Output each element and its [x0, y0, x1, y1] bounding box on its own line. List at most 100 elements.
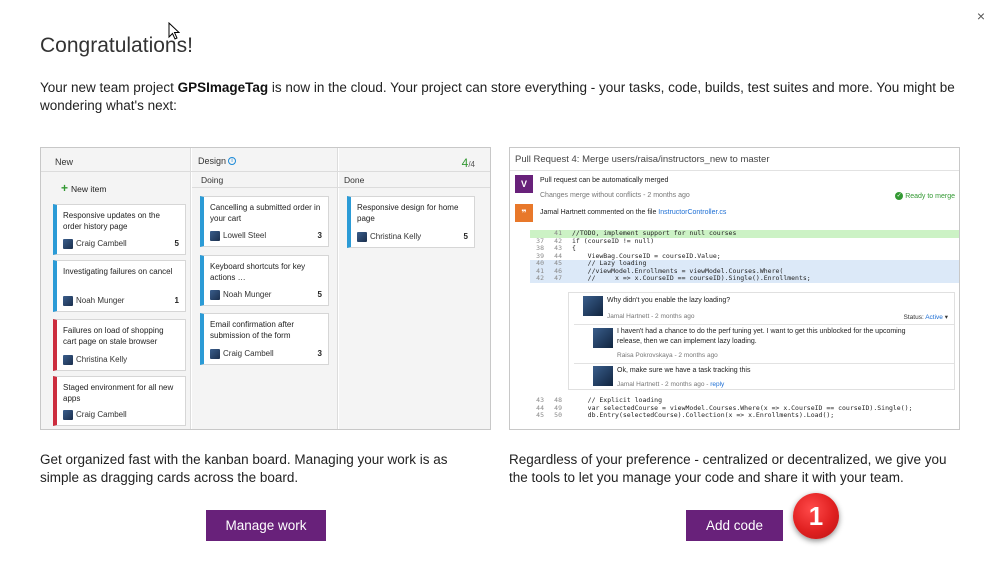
- avatar: [63, 238, 73, 249]
- avatar: [210, 348, 220, 359]
- card-title: Staged environment for all new apps: [63, 383, 174, 403]
- code-line: 37 42 if (courseID != null): [530, 236, 959, 246]
- reply-text: I haven't had a chance to do the perf tu…: [617, 328, 906, 345]
- code-description: Regardless of your preference - centrali…: [509, 452, 947, 485]
- avatar: [63, 295, 73, 306]
- avatar: [63, 354, 73, 365]
- reply-meta-text: Jamal Hartnett - 2 months ago -: [617, 381, 711, 388]
- info-icon: i: [228, 157, 237, 165]
- manage-work-button[interactable]: Manage work: [206, 510, 326, 541]
- card-title: Responsive updates on the order history …: [63, 211, 160, 231]
- kanban-card: Keyboard shortcuts for key actions … Noa…: [200, 255, 329, 306]
- card-assignee: Christina Kelly: [357, 232, 421, 243]
- card-assignee: Noah Munger: [210, 290, 271, 301]
- file-link: InstructorController.cs: [658, 209, 727, 216]
- new-item-label: New item: [71, 184, 107, 194]
- mouse-cursor-icon: [168, 22, 180, 40]
- kanban-card: Investigating failures on cancel Noah Mu…: [53, 260, 186, 312]
- merge-icon: V: [515, 175, 533, 193]
- comment-header: Jamal Hartnett commented on the file Ins…: [540, 209, 726, 216]
- card-points: 5: [317, 289, 322, 299]
- divider: [41, 171, 192, 172]
- card-points: 1: [174, 295, 179, 305]
- intro-prefix: Your new team project: [40, 80, 178, 95]
- avatar: [210, 230, 220, 241]
- assignee-name: Craig Cambell: [76, 238, 127, 248]
- new-line-number: 50: [554, 411, 562, 419]
- close-button[interactable]: ×: [977, 9, 985, 23]
- card-assignee: Craig Cambell: [63, 239, 127, 250]
- card-points: 3: [317, 348, 322, 358]
- check-icon: ✓: [895, 192, 904, 200]
- avatar: [63, 409, 73, 420]
- divider: [192, 171, 490, 172]
- thread-status: Status: Active ▾: [903, 314, 948, 321]
- card-assignee: Craig Cambell: [210, 349, 274, 360]
- code-text: if (courseID != null): [572, 236, 655, 245]
- reply-link: reply: [710, 381, 725, 388]
- assignee-name: Noah Munger: [223, 289, 272, 299]
- ready-to-merge: ✓ Ready to merge: [895, 192, 955, 200]
- kanban-card: Failures on load of shopping cart page o…: [53, 319, 186, 371]
- kanban-card: Cancelling a submitted order in your car…: [200, 196, 329, 247]
- status-value: Active: [925, 314, 943, 321]
- assignee-name: Craig Cambell: [223, 348, 274, 358]
- sub-header-done: Done: [344, 175, 365, 185]
- divider: [574, 324, 954, 325]
- merge-status: Pull request can be automatically merged: [540, 177, 669, 184]
- step-callout-badge: 1: [793, 493, 839, 539]
- code-line: 45 50 db.Entry(selectedCourse).Collection…: [530, 411, 959, 420]
- assignee-name: Craig Cambell: [76, 409, 127, 419]
- assignee-name: Lowell Steel: [223, 230, 267, 240]
- column-header-design: Design i: [198, 156, 237, 166]
- assignee-name: Noah Munger: [76, 295, 125, 305]
- code-diff-bottom: 43 48 // Explicit loading 44 49 var selecte…: [530, 396, 959, 420]
- divider: [510, 170, 959, 171]
- divider: [192, 187, 490, 188]
- card-assignee: Noah Munger: [63, 296, 124, 307]
- code-text: db.Entry(selectedCourse).Collection(x =>…: [572, 411, 835, 419]
- card-title: Investigating failures on cancel: [63, 267, 173, 276]
- card-title: Responsive design for home page: [357, 203, 459, 223]
- merge-sub: Changes merge without conflicts - 2 mont…: [540, 192, 690, 199]
- reply-meta: Raisa Pokrovskaya - 2 months ago: [617, 352, 718, 359]
- avatar: [593, 328, 613, 348]
- code-diff-top: 41//TODO, implement support for null cou…: [530, 229, 959, 283]
- ready-label: Ready to merge: [905, 192, 955, 200]
- add-code-button[interactable]: Add code: [686, 510, 783, 541]
- column-header-new: New: [55, 157, 74, 167]
- code-text: // x => x.CourseID == courseID).Single()…: [572, 274, 811, 282]
- reply-meta: Jamal Hartnett - 2 months ago - reply: [617, 381, 724, 388]
- wip-count-limit: /4: [468, 160, 475, 169]
- assignee-name: Christina Kelly: [76, 354, 128, 364]
- kanban-card: Staged environment for all new apps Crai…: [53, 376, 186, 426]
- kanban-preview: New Design i 4/4 Doing Done + New item Res…: [40, 147, 491, 430]
- avatar: [593, 366, 613, 386]
- old-line-number: 45: [536, 411, 544, 419]
- intro-text: Your new team project GPSImageTag is now…: [40, 79, 970, 115]
- reply-text: Ok, make sure we have a task tracking th…: [617, 367, 751, 374]
- avatar: [210, 289, 220, 300]
- status-label: Status:: [903, 314, 924, 321]
- card-title: Email confirmation after submission of t…: [210, 320, 295, 340]
- sub-header-doing: Doing: [201, 175, 224, 185]
- kanban-column-done: [339, 148, 490, 429]
- divider: [574, 363, 954, 364]
- card-assignee: Craig Cambell: [63, 410, 127, 421]
- comment-icon: ❞: [515, 204, 533, 222]
- card-points: 5: [463, 231, 468, 241]
- card-assignee: Christina Kelly: [63, 355, 127, 366]
- comment-thread: Why didn't you enable the lazy loading? …: [568, 292, 955, 390]
- avatar: [583, 296, 603, 316]
- card-points: 3: [317, 230, 322, 240]
- wip-count: 4/4: [462, 156, 475, 170]
- kanban-description: Get organized fast with the kanban board…: [40, 452, 448, 485]
- new-item-button: + New item: [61, 181, 106, 195]
- kanban-card: Email confirmation after submission of t…: [200, 313, 329, 365]
- kanban-card: Responsive updates on the order history …: [53, 204, 186, 255]
- plus-icon: +: [61, 181, 69, 195]
- thread-question: Why didn't you enable the lazy loading?: [607, 297, 731, 304]
- avatar: [357, 231, 367, 242]
- project-name: GPSImageTag: [177, 80, 269, 95]
- design-label: Design: [198, 156, 227, 166]
